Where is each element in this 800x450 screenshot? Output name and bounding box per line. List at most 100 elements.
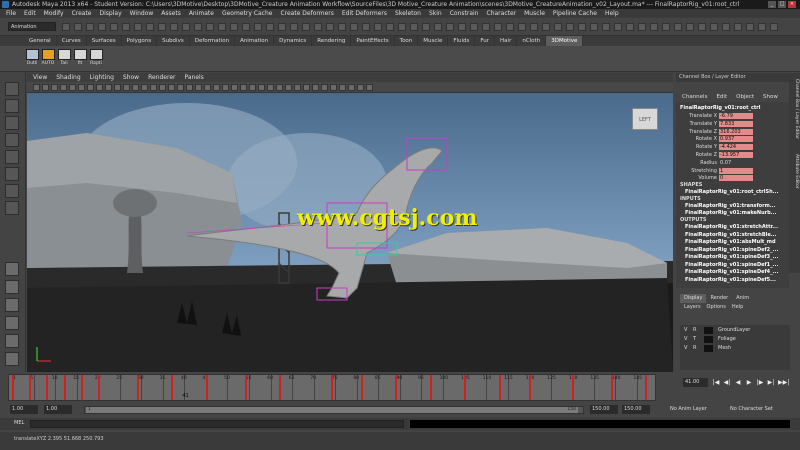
keyframe-marker[interactable]	[80, 375, 83, 400]
status-line-icon[interactable]	[758, 23, 766, 31]
panel-toolbar-icon[interactable]	[186, 84, 193, 91]
status-line-icon[interactable]	[590, 23, 598, 31]
panel-toolbar-icon[interactable]	[69, 84, 76, 91]
shelf-tab-curves[interactable]: Curves	[57, 36, 87, 46]
layer-color-swatch[interactable]	[704, 345, 713, 352]
layer-name[interactable]: Mesh	[718, 344, 731, 353]
anim-layer-select[interactable]: No Anim Layer	[668, 405, 718, 414]
keyframe-marker[interactable]	[279, 375, 282, 400]
shape-node[interactable]: FinalRaptorRig_v01:root_ctrlSh...	[685, 189, 778, 195]
selected-node-name[interactable]: FinalRaptorRig_v01:root_ctrl	[680, 105, 761, 111]
panel-toolbar-icon[interactable]	[78, 84, 85, 91]
status-line-icon[interactable]	[530, 23, 538, 31]
channel-attribute[interactable]: Rotate Z -13.957	[676, 152, 789, 159]
character-set-select[interactable]: No Character Set	[728, 405, 788, 414]
channel-attribute[interactable]: Rotate Y -4.424	[676, 144, 789, 151]
status-line-icon[interactable]	[410, 23, 418, 31]
panel-toolbar-icon[interactable]	[357, 84, 364, 91]
keyframe-marker[interactable]	[46, 375, 49, 400]
keyframe-marker[interactable]	[498, 375, 501, 400]
layer-row[interactable]: V R Mesh	[680, 344, 790, 353]
output-node[interactable]: FinalRaptorRig_v01:spineDef1_...	[685, 262, 778, 268]
play-backward-icon[interactable]: ◀	[734, 379, 742, 387]
status-line-icon[interactable]	[470, 23, 478, 31]
shelf-tab-3dmotive[interactable]: 3DMotive	[546, 36, 584, 46]
current-time-marker[interactable]: 41	[182, 393, 188, 399]
panel-toolbar-icon[interactable]	[195, 84, 202, 91]
minimize-button[interactable]: _	[768, 1, 776, 8]
keyframe-marker[interactable]	[205, 375, 208, 400]
panel-toolbar-icon[interactable]	[42, 84, 49, 91]
attribute-value[interactable]: 7.833	[719, 120, 753, 127]
status-line-icon[interactable]	[362, 23, 370, 31]
keyframe-marker[interactable]	[361, 375, 363, 400]
output-node[interactable]: FinalRaptorRig_v01:stretchAttr...	[685, 224, 778, 230]
output-node[interactable]: FinalRaptorRig_v01:absMult_md	[685, 239, 776, 245]
step-forward-frame-icon[interactable]: ▶|	[767, 379, 775, 387]
channel-box-menu-object[interactable]: Object	[736, 93, 754, 102]
status-line-icon[interactable]	[722, 23, 730, 31]
attribute-value[interactable]: 0	[719, 175, 753, 182]
layer-tab-render[interactable]: Render	[706, 294, 732, 303]
persp-outliner-layout-icon[interactable]	[5, 316, 19, 330]
side-tab-channel-box[interactable]: Channel Box / Layer Editor	[790, 79, 799, 139]
shelf-button-fit[interactable]: fit	[72, 49, 88, 71]
keyframe-marker[interactable]	[610, 375, 613, 400]
menu-edit[interactable]: Edit	[24, 9, 36, 18]
status-line-icon[interactable]	[386, 23, 394, 31]
status-line-icon[interactable]	[698, 23, 706, 31]
shelf-tab-toon[interactable]: Toon	[395, 36, 419, 46]
paint-select-icon[interactable]	[5, 116, 19, 130]
status-line-icon[interactable]	[194, 23, 202, 31]
scale-tool-icon[interactable]	[5, 167, 19, 181]
shelf-tab-ncloth[interactable]: nCloth	[517, 36, 547, 46]
panel-toolbar-icon[interactable]	[159, 84, 166, 91]
panel-toolbar-icon[interactable]	[231, 84, 238, 91]
menu-create[interactable]: Create	[72, 9, 92, 18]
status-line-icon[interactable]	[122, 23, 130, 31]
shelf-tab-rendering[interactable]: Rendering	[312, 36, 352, 46]
attribute-value[interactable]: 0.937	[719, 136, 753, 143]
channel-attribute[interactable]: Stretching 1	[676, 167, 789, 175]
keyframe-marker[interactable]	[429, 375, 432, 400]
layer-row[interactable]: V T Foliage	[680, 335, 790, 344]
status-line-icon[interactable]	[266, 23, 274, 31]
go-to-start-icon[interactable]: |◀	[712, 379, 720, 387]
attribute-value[interactable]: -13.957	[719, 152, 753, 158]
manipulator-icon[interactable]	[5, 184, 19, 198]
status-line-icon[interactable]	[650, 23, 658, 31]
status-line-icon[interactable]	[254, 23, 262, 31]
persp-graph-layout-icon[interactable]	[5, 334, 19, 348]
playback-end-field[interactable]: 150.00	[590, 405, 618, 414]
shelf-tab-hair[interactable]: Hair	[495, 36, 518, 46]
status-line-icon[interactable]	[770, 23, 778, 31]
channel-attribute[interactable]: Radius 0.07	[676, 160, 789, 167]
menu-edit-deformers[interactable]: Edit Deformers	[342, 9, 387, 18]
panel-menu-lighting[interactable]: Lighting	[90, 73, 114, 82]
status-line-icon[interactable]	[662, 23, 670, 31]
status-line-icon[interactable]	[218, 23, 226, 31]
panel-toolbar-icon[interactable]	[96, 84, 103, 91]
panel-menu-shading[interactable]: Shading	[56, 73, 80, 82]
keyframe-marker[interactable]	[464, 375, 467, 400]
panel-toolbar-icon[interactable]	[168, 84, 175, 91]
panel-toolbar-icon[interactable]	[330, 84, 337, 91]
status-line-icon[interactable]	[326, 23, 334, 31]
menu-set-select[interactable]: Animation	[8, 22, 56, 31]
status-line-icon[interactable]	[62, 23, 70, 31]
panel-toolbar-icon[interactable]	[141, 84, 148, 91]
keyframe-marker[interactable]	[330, 375, 333, 400]
shelf-tab-fluids[interactable]: Fluids	[448, 36, 476, 46]
panel-toolbar-icon[interactable]	[249, 84, 256, 91]
status-line-icon[interactable]	[746, 23, 754, 31]
layer-visibility-toggle[interactable]: V	[684, 326, 687, 335]
panel-toolbar-icon[interactable]	[87, 84, 94, 91]
channel-attribute[interactable]: Translate Z 316.203	[676, 128, 789, 136]
status-line-icon[interactable]	[554, 23, 562, 31]
end-time-field[interactable]: 150.00	[622, 405, 650, 414]
status-line-icon[interactable]	[434, 23, 442, 31]
channel-attribute[interactable]: Translate Y 7.833	[676, 120, 789, 128]
status-line-icon[interactable]	[674, 23, 682, 31]
channel-attribute[interactable]: Translate X -6.79	[676, 113, 789, 120]
status-line-icon[interactable]	[734, 23, 742, 31]
